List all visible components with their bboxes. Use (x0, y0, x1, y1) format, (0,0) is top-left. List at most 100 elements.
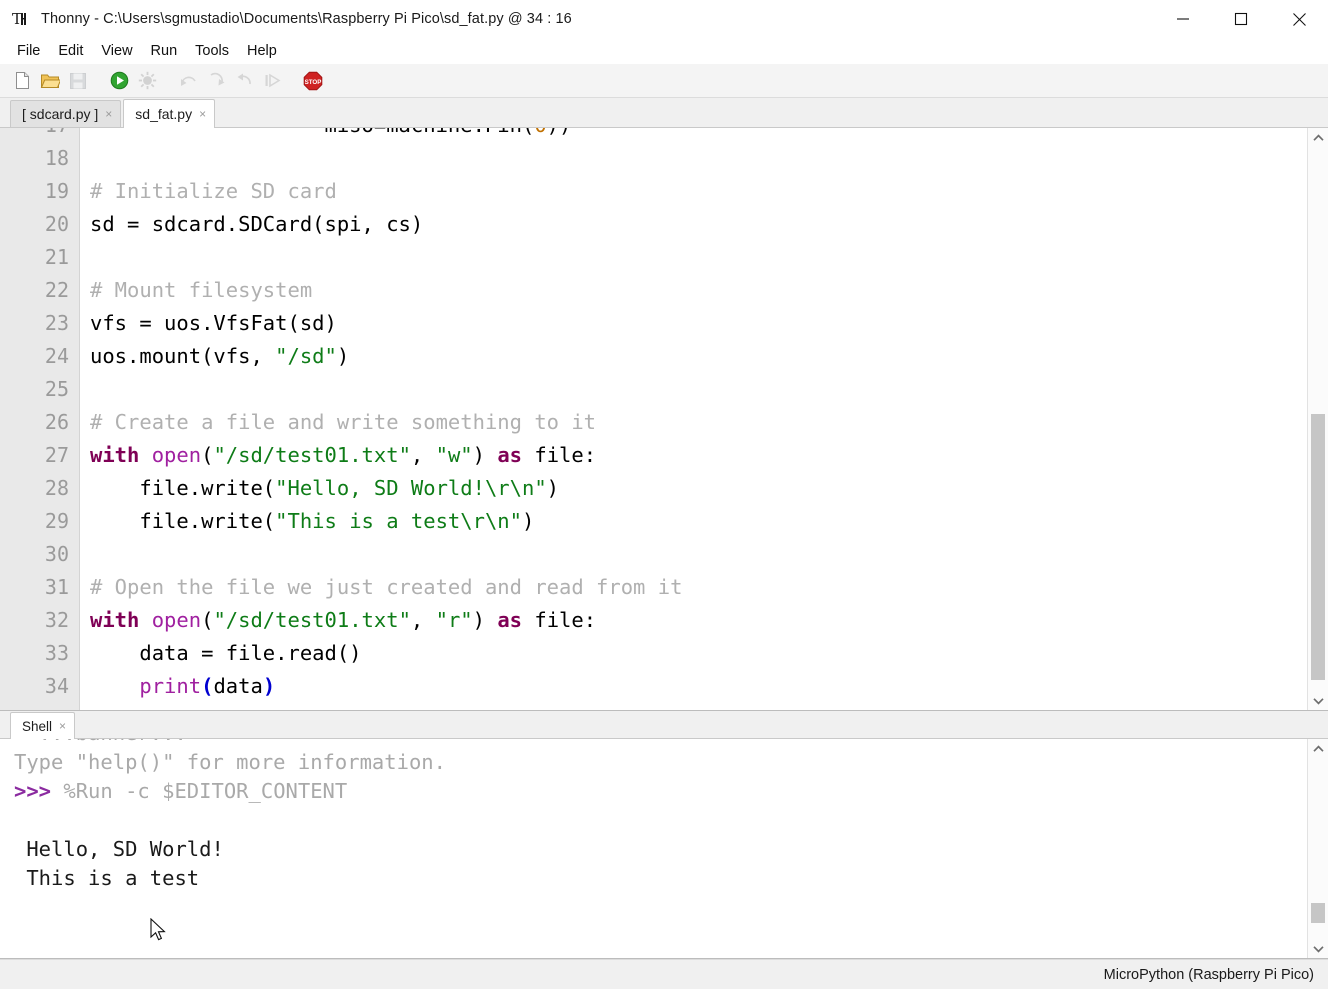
menu-item-help[interactable]: Help (238, 40, 286, 62)
minimize-button[interactable] (1154, 0, 1212, 38)
title-bar-left: T Thonny - C:\Users\sgmustadio\Documents… (0, 9, 572, 29)
code-token: file: (522, 608, 596, 632)
menu-item-view[interactable]: View (92, 40, 141, 62)
new-file-icon[interactable] (9, 68, 35, 94)
line-number: 19 (0, 175, 79, 208)
shell-token: Hello, SD World! (14, 837, 224, 861)
shell-scrollbar[interactable] (1307, 739, 1328, 958)
code-token: , (411, 608, 436, 632)
code-line[interactable]: # Initialize SD card (90, 175, 1307, 208)
menu-item-tools[interactable]: Tools (186, 40, 238, 62)
code-token: # Create a file and write something to i… (90, 410, 596, 434)
line-number: 24 (0, 340, 79, 373)
code-token: # Mount filesystem (90, 278, 312, 302)
line-number: 28 (0, 472, 79, 505)
code-token: data = file.read() (90, 641, 362, 665)
code-line[interactable]: with open("/sd/test01.txt", "w") as file… (90, 439, 1307, 472)
shell-token: Type "help()" for more information. (14, 750, 446, 774)
code-line[interactable]: sd = sdcard.SDCard(spi, cs) (90, 208, 1307, 241)
menu-item-file[interactable]: File (8, 40, 49, 62)
step-out-icon (231, 68, 257, 94)
step-into-icon (203, 68, 229, 94)
code-token: print (139, 674, 201, 698)
editor-tab-label: [ sdcard.py ] (22, 106, 98, 122)
code-token: "r" (436, 608, 473, 632)
code-token: ) (473, 443, 498, 467)
code-line[interactable]: uos.mount(vfs, "/sd") (90, 340, 1307, 373)
code-line[interactable]: miso=machine.Pin(0)) (90, 128, 1307, 142)
code-line[interactable]: # Mount filesystem (90, 274, 1307, 307)
code-line[interactable]: # Create a file and write something to i… (90, 406, 1307, 439)
code-line[interactable]: data = file.read() (90, 637, 1307, 670)
shell-output[interactable]: ...banner... Type "help()" for more infor… (0, 739, 1307, 958)
code-lines[interactable]: miso=machine.Pin(0)) # Initialize SD car… (80, 128, 1307, 710)
status-bar: MicroPython (Raspberry Pi Pico) (0, 959, 1328, 989)
code-line[interactable] (90, 538, 1307, 571)
window-controls (1154, 0, 1328, 38)
shell-scrollbar-thumb[interactable] (1311, 903, 1325, 923)
code-line[interactable] (90, 373, 1307, 406)
line-number: 20 (0, 208, 79, 241)
close-icon[interactable]: × (105, 109, 112, 119)
run-icon[interactable] (106, 68, 132, 94)
close-icon[interactable]: × (59, 721, 66, 731)
stop-icon[interactable]: STOP (300, 68, 326, 94)
code-token: # Open the file we just created and read… (90, 575, 682, 599)
code-editor-viewport[interactable]: 171819202122232425262728293031323334 mis… (0, 128, 1307, 710)
shell-token: %Run -c $EDITOR_CONTENT (63, 779, 347, 803)
menu-item-run[interactable]: Run (142, 40, 187, 62)
code-line[interactable] (90, 142, 1307, 175)
line-number: 32 (0, 604, 79, 637)
line-number: 23 (0, 307, 79, 340)
code-token: ( (201, 674, 213, 698)
scroll-up-icon[interactable] (1308, 739, 1328, 758)
code-line[interactable]: file.write("This is a test\r\n") (90, 505, 1307, 538)
editor-tab-sd-fat[interactable]: sd_fat.py × (123, 99, 215, 128)
code-token: with (90, 608, 139, 632)
code-line[interactable] (90, 241, 1307, 274)
debug-icon[interactable] (134, 68, 160, 94)
open-file-icon[interactable] (37, 68, 63, 94)
shell-line (14, 806, 1307, 835)
line-number: 22 (0, 274, 79, 307)
code-line[interactable]: with open("/sd/test01.txt", "r") as file… (90, 604, 1307, 637)
shell-line: ...banner... (14, 739, 1307, 748)
close-button[interactable] (1270, 0, 1328, 38)
shell-panel: ...banner... Type "help()" for more infor… (0, 739, 1328, 959)
shell-line (14, 922, 1307, 951)
code-line[interactable]: vfs = uos.VfsFat(sd) (90, 307, 1307, 340)
line-number: 30 (0, 538, 79, 571)
line-number: 18 (0, 142, 79, 175)
close-icon[interactable]: × (199, 109, 206, 119)
scroll-up-icon[interactable] (1308, 128, 1328, 147)
menu-item-edit[interactable]: Edit (49, 40, 92, 62)
code-token: uos.mount(vfs, (90, 344, 275, 368)
scroll-down-icon[interactable] (1308, 691, 1328, 710)
shell-line: Type "help()" for more information. (14, 748, 1307, 777)
line-number: 26 (0, 406, 79, 439)
code-token: "This is a test\r\n" (275, 509, 522, 533)
code-line[interactable]: # Open the file we just created and read… (90, 571, 1307, 604)
window-title: Thonny - C:\Users\sgmustadio\Documents\R… (41, 11, 572, 27)
scroll-down-icon[interactable] (1308, 939, 1328, 958)
shell-token: ...banner... (14, 739, 187, 745)
line-number: 21 (0, 241, 79, 274)
editor-tab-sdcard[interactable]: [ sdcard.py ] × (10, 100, 121, 127)
interpreter-status[interactable]: MicroPython (Raspberry Pi Pico) (1104, 967, 1314, 983)
shell-line: >>> %Run -c $EDITOR_CONTENT (14, 777, 1307, 806)
code-token: with (90, 443, 139, 467)
editor-scrollbar[interactable] (1307, 128, 1328, 710)
editor-scrollbar-thumb[interactable] (1311, 414, 1325, 681)
code-token: 0 (534, 128, 546, 137)
line-number: 31 (0, 571, 79, 604)
code-token: ( (201, 443, 213, 467)
maximize-button[interactable] (1212, 0, 1270, 38)
code-token: file.write( (90, 509, 275, 533)
resume-icon (259, 68, 285, 94)
code-line[interactable]: file.write("Hello, SD World!\r\n") (90, 472, 1307, 505)
code-line[interactable]: print(data) (90, 670, 1307, 703)
tab-shell[interactable]: Shell × (10, 712, 75, 739)
code-token: sd = sdcard.SDCard(spi, cs) (90, 212, 423, 236)
code-editor: 171819202122232425262728293031323334 mis… (0, 128, 1328, 711)
code-token (90, 674, 139, 698)
